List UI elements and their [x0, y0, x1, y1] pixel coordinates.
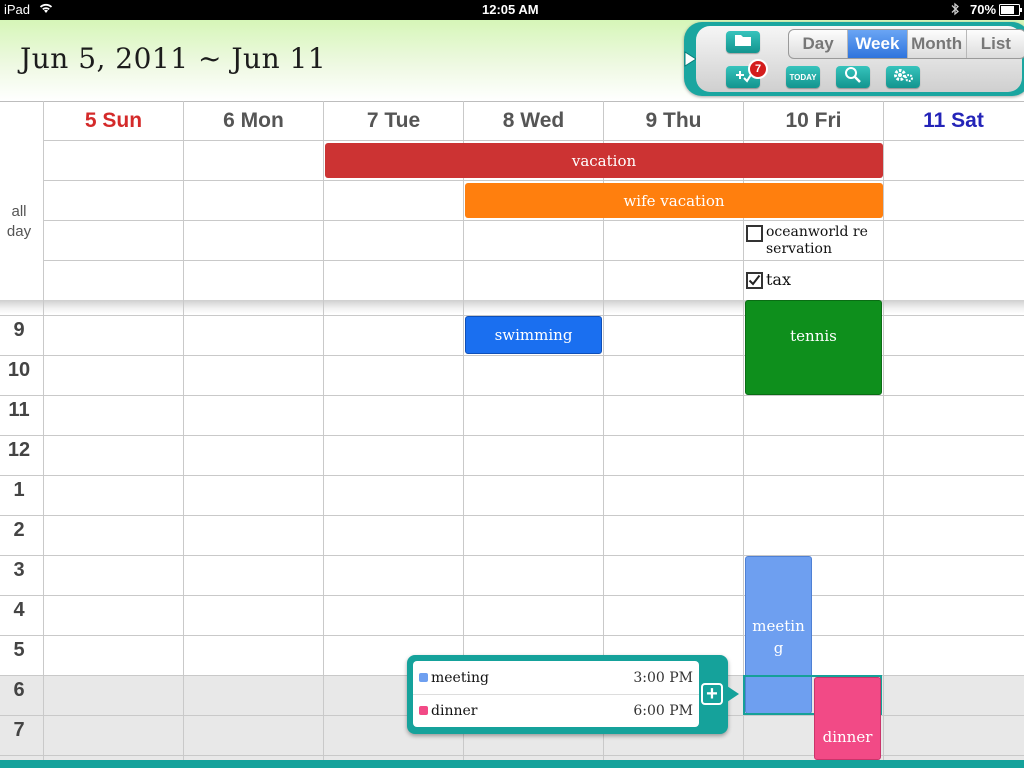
todo-tax[interactable]: tax [746, 271, 791, 289]
day-header-mon[interactable]: 6 Mon [184, 102, 323, 140]
todo-checkbox[interactable] [746, 225, 763, 242]
event-dinner[interactable]: dinner [814, 677, 881, 760]
popup-pointer [727, 686, 739, 702]
day-header-sat[interactable]: 11 Sat [884, 102, 1023, 140]
color-dot [419, 673, 428, 682]
events-popup: meeting 3:00 PM dinner 6:00 PM + [407, 655, 739, 734]
popup-item-title: dinner [431, 702, 478, 719]
hour-label: 7 [13, 719, 25, 741]
popup-event-list: meeting 3:00 PM dinner 6:00 PM [413, 661, 699, 727]
event-title-line: g [773, 639, 784, 657]
event-title-line: meetin [752, 617, 805, 635]
hour-label: 5 [13, 639, 25, 661]
day-header-wed[interactable]: 8 Wed [464, 102, 603, 140]
event-vacation[interactable]: vacation [325, 143, 883, 178]
event-wife-vacation[interactable]: wife vacation [465, 183, 883, 218]
todo-oceanworld[interactable]: oceanworld re servation [746, 224, 882, 258]
popup-item-time: 6:00 PM [633, 702, 693, 719]
hour-label: 6 [13, 679, 25, 701]
event-swimming[interactable]: swimming [465, 316, 602, 354]
hour-label: 12 [7, 439, 31, 461]
popup-item-time: 3:00 PM [633, 669, 693, 686]
bottom-bar [0, 760, 1024, 768]
week-grid: 5 Sun 6 Mon 7 Tue 8 Wed 9 Thu 10 Fri 11 … [0, 0, 1024, 768]
event-tennis[interactable]: tennis [745, 300, 882, 395]
day-header-fri[interactable]: 10 Fri [744, 102, 883, 140]
day-header-thu[interactable]: 9 Thu [604, 102, 743, 140]
all-day-label: all day [6, 203, 32, 240]
todo-title: tax [766, 270, 791, 289]
todo-title-line: oceanworld re [766, 224, 868, 240]
todo-title-line: servation [766, 241, 832, 257]
color-dot [419, 706, 428, 715]
hour-label: 3 [13, 559, 25, 581]
popup-item-meeting[interactable]: meeting 3:00 PM [413, 661, 699, 695]
day-header-tue[interactable]: 7 Tue [324, 102, 463, 140]
todo-checkbox-checked[interactable] [746, 272, 763, 289]
hour-label: 9 [13, 319, 25, 341]
popup-item-dinner[interactable]: dinner 6:00 PM [413, 694, 699, 727]
hour-label: 1 [13, 479, 25, 501]
hour-label: 11 [8, 399, 30, 421]
hour-label: 4 [13, 599, 25, 621]
hour-label: 10 [7, 359, 31, 381]
add-event-button[interactable]: + [701, 683, 723, 705]
popup-item-title: meeting [431, 669, 489, 686]
day-header-sun[interactable]: 5 Sun [44, 102, 183, 140]
hour-label: 2 [13, 519, 25, 541]
